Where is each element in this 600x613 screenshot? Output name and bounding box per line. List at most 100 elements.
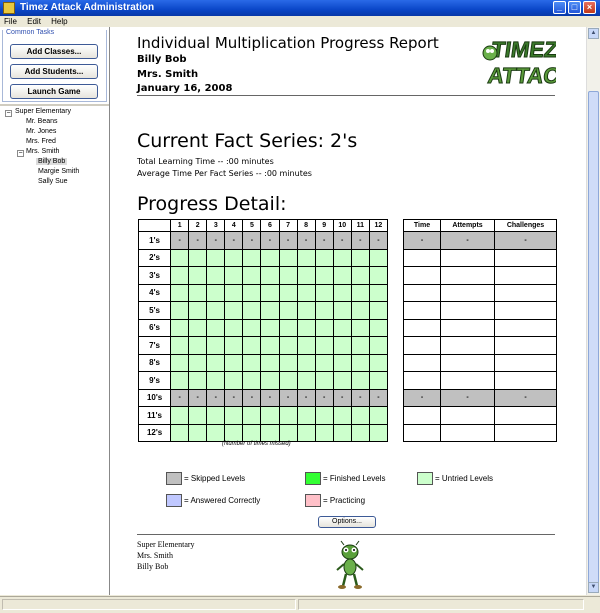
untried-cell bbox=[278, 301, 298, 320]
side-row bbox=[403, 423, 557, 442]
menu-edit[interactable]: Edit bbox=[27, 17, 41, 26]
skipped-cell: - bbox=[494, 388, 557, 407]
sidebar-divider bbox=[0, 104, 109, 106]
untried-cell bbox=[260, 353, 280, 372]
skipped-cell: - bbox=[296, 231, 316, 250]
skipped-cell: - bbox=[403, 231, 441, 250]
launch-game-button[interactable]: Launch Game bbox=[10, 84, 98, 99]
untried-cell bbox=[242, 371, 262, 390]
grid-row: 4's bbox=[137, 283, 389, 302]
stat-cell bbox=[403, 248, 441, 267]
add-students-button[interactable]: Add Students... bbox=[10, 64, 98, 79]
untried-cell bbox=[278, 353, 298, 372]
menu-help[interactable]: Help bbox=[51, 17, 67, 26]
skipped-cell: - bbox=[260, 231, 280, 250]
untried-cell bbox=[206, 336, 226, 355]
add-classes-button[interactable]: Add Classes... bbox=[10, 44, 98, 59]
untried-cell bbox=[242, 423, 262, 442]
untried-cell bbox=[350, 318, 370, 337]
side-column-header: Attempts bbox=[440, 219, 495, 232]
untried-cell bbox=[368, 266, 389, 285]
tree-node-school[interactable]: Super Elementary bbox=[15, 108, 71, 115]
time-attempts-table: Time Attempts Challenges - - - - - - bbox=[403, 219, 557, 442]
column-header: 9 bbox=[314, 219, 334, 232]
skipped-cell: - bbox=[332, 231, 352, 250]
grid-row: 5's bbox=[137, 301, 389, 320]
untried-cell bbox=[350, 266, 370, 285]
tree-node-student[interactable]: Sally Sue bbox=[38, 178, 68, 185]
untried-cell bbox=[170, 371, 190, 390]
vertical-scrollbar[interactable]: ▲ ▼ bbox=[586, 27, 600, 595]
row-label: 4's bbox=[137, 283, 172, 302]
skipped-cell: - bbox=[206, 231, 226, 250]
tree-node-student-selected[interactable]: Billy Bob bbox=[36, 158, 68, 165]
untried-cell bbox=[296, 301, 316, 320]
row-label: 2's bbox=[137, 248, 172, 267]
legend-untried: = Untried Levels bbox=[417, 472, 493, 485]
total-learning-time: Total Learning Time -- :00 minutes bbox=[137, 157, 274, 166]
scroll-up-arrow-icon[interactable]: ▲ bbox=[588, 28, 599, 39]
stat-cell bbox=[494, 248, 557, 267]
skipped-cell: - bbox=[260, 388, 280, 407]
untried-cell bbox=[188, 301, 208, 320]
row-label: 9's bbox=[137, 371, 172, 390]
row-label: 10's bbox=[137, 388, 172, 407]
untried-cell bbox=[368, 353, 389, 372]
untried-cell bbox=[224, 336, 244, 355]
tree-node-teacher[interactable]: Mrs. Fred bbox=[26, 138, 56, 145]
menu-bar: File Edit Help bbox=[0, 16, 600, 27]
side-row bbox=[403, 248, 557, 267]
untried-cell bbox=[314, 423, 334, 442]
grid-row: 6's bbox=[137, 318, 389, 337]
untried-cell bbox=[206, 266, 226, 285]
legend-practicing: = Practicing bbox=[305, 494, 365, 507]
untried-cell bbox=[260, 318, 280, 337]
stat-cell bbox=[403, 353, 441, 372]
tree-node-student[interactable]: Margie Smith bbox=[38, 168, 79, 175]
stat-cell bbox=[403, 301, 441, 320]
untried-cell bbox=[296, 248, 316, 267]
skipped-cell: - bbox=[206, 388, 226, 407]
minimize-button[interactable]: _ bbox=[553, 1, 566, 14]
untried-cell bbox=[242, 283, 262, 302]
maximize-button[interactable]: □ bbox=[568, 1, 581, 14]
column-header: 2 bbox=[188, 219, 208, 232]
scroll-thumb[interactable] bbox=[588, 91, 599, 585]
row-label: 5's bbox=[137, 301, 172, 320]
grid-row: 3's bbox=[137, 266, 389, 285]
svg-text:TIMEZ: TIMEZ bbox=[490, 37, 556, 62]
untried-cell bbox=[278, 283, 298, 302]
row-label: 6's bbox=[137, 318, 172, 337]
options-button[interactable]: Options... bbox=[318, 516, 376, 528]
untried-cell bbox=[314, 406, 334, 425]
side-row bbox=[403, 318, 557, 337]
row-label: 12's bbox=[137, 423, 172, 442]
student-name: Billy Bob bbox=[137, 54, 187, 65]
app-icon bbox=[3, 2, 15, 14]
average-time-per-series: Average Time Per Fact Series -- :00 minu… bbox=[137, 169, 312, 178]
scroll-down-arrow-icon[interactable]: ▼ bbox=[588, 582, 599, 593]
legend-skipped: = Skipped Levels bbox=[166, 472, 245, 485]
menu-file[interactable]: File bbox=[4, 17, 17, 26]
side-row bbox=[403, 283, 557, 302]
untried-cell bbox=[350, 371, 370, 390]
untried-cell bbox=[314, 371, 334, 390]
stat-cell bbox=[440, 423, 495, 442]
stat-cell bbox=[440, 266, 495, 285]
sidebar: Common Tasks Add Classes... Add Students… bbox=[0, 27, 110, 595]
untried-cell bbox=[170, 301, 190, 320]
column-header: 12 bbox=[368, 219, 389, 232]
collapse-icon[interactable]: − bbox=[17, 150, 24, 157]
untried-cell bbox=[350, 336, 370, 355]
tree-node-teacher[interactable]: Mr. Jones bbox=[26, 128, 56, 135]
untried-cell bbox=[368, 406, 389, 425]
collapse-icon[interactable]: − bbox=[5, 110, 12, 117]
tree-node-teacher[interactable]: Mr. Beans bbox=[26, 118, 58, 125]
close-button[interactable]: × bbox=[583, 1, 596, 14]
current-fact-series: Current Fact Series: 2's bbox=[137, 130, 358, 152]
untried-cell bbox=[332, 336, 352, 355]
untried-cell bbox=[314, 353, 334, 372]
tree-node-teacher[interactable]: Mrs. Smith bbox=[26, 148, 59, 155]
stat-cell bbox=[403, 266, 441, 285]
untried-cell bbox=[242, 336, 262, 355]
